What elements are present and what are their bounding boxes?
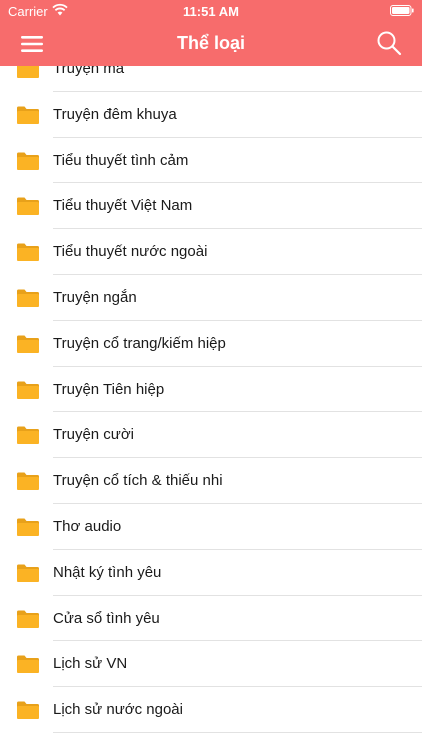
- category-list[interactable]: Truyện ma Truyện đêm khuya Tiểu thuyết t…: [0, 66, 422, 750]
- category-row[interactable]: Thơ audio: [0, 504, 422, 550]
- category-label: Thơ audio: [53, 517, 122, 535]
- category-row[interactable]: Lịch sử VN: [0, 641, 422, 688]
- category-label: Truyện cổ trang/kiếm hiệp: [53, 334, 226, 352]
- folder-icon: [17, 518, 39, 536]
- category-row[interactable]: Cửa sổ tình yêu: [0, 596, 422, 642]
- category-label: Truyện Tiên hiệp: [53, 380, 165, 398]
- folder-icon: [17, 106, 39, 124]
- category-label: Truyện cười: [53, 426, 135, 444]
- folder-icon: [17, 289, 39, 307]
- category-row[interactable]: Truyện đêm khuya: [0, 92, 422, 138]
- category-label: Truyện ma: [53, 66, 125, 77]
- category-label: Tiểu thuyết Việt Nam: [53, 197, 193, 215]
- folder-icon: [17, 426, 39, 445]
- category-row[interactable]: Truyện ma: [0, 66, 422, 92]
- category-row[interactable]: Truyện cổ tích & thiếu nhi: [0, 458, 422, 504]
- page-title: Thể loại: [176, 33, 245, 53]
- row-divider: [53, 731, 422, 733]
- clock: 11:51 AM: [183, 4, 239, 19]
- category-row[interactable]: Truyện cổ trang/kiếm hiệp: [0, 321, 422, 367]
- folder-icon: [17, 197, 39, 216]
- folder-icon: [17, 152, 39, 170]
- folder-icon: [17, 564, 39, 582]
- category-label: Truyện cổ tích & thiếu nhi: [53, 472, 223, 490]
- category-label: Tiểu thuyết nước ngoài: [53, 243, 208, 261]
- search-icon[interactable]: [376, 30, 402, 56]
- folder-icon: [17, 472, 39, 491]
- folder-icon: [17, 243, 39, 262]
- category-label: Lịch sử nước ngoài: [53, 701, 183, 719]
- status-bar: Carrier 11:51 AM: [0, 0, 422, 22]
- category-label: Cửa sổ tình yêu: [53, 609, 160, 627]
- nav-bar: Thể loại: [0, 22, 422, 66]
- category-row[interactable]: Tiểu thuyết nước ngoài: [0, 229, 422, 275]
- folder-icon: [17, 655, 39, 674]
- category-list-content: Truyện ma Truyện đêm khuya Tiểu thuyết t…: [0, 66, 422, 733]
- category-row[interactable]: Tiểu thuyết Việt Nam: [0, 183, 422, 230]
- header: Carrier 11:51 AM Thể loại: [0, 0, 422, 66]
- category-label: Lịch sử VN: [53, 655, 128, 673]
- category-label: Truyện ngắn: [53, 288, 137, 306]
- category-row[interactable]: Truyện Tiên hiệp: [0, 367, 422, 413]
- category-row[interactable]: Truyện ngắn: [0, 275, 422, 321]
- category-row[interactable]: Nhật ký tình yêu: [0, 550, 422, 596]
- folder-icon: [17, 381, 39, 399]
- battery-icon: [390, 5, 414, 16]
- category-label: Tiểu thuyết tình cảm: [53, 151, 189, 169]
- folder-icon: [17, 335, 39, 353]
- category-row[interactable]: Truyện cười: [0, 412, 422, 459]
- folder-icon: [17, 701, 39, 720]
- folder-icon: [17, 610, 39, 628]
- folder-icon: [17, 66, 39, 78]
- category-label: Truyện đêm khuya: [53, 105, 177, 123]
- category-label: Nhật ký tình yêu: [53, 563, 162, 581]
- category-row[interactable]: Lịch sử nước ngoài: [0, 687, 422, 733]
- category-row[interactable]: Tiểu thuyết tình cảm: [0, 138, 422, 184]
